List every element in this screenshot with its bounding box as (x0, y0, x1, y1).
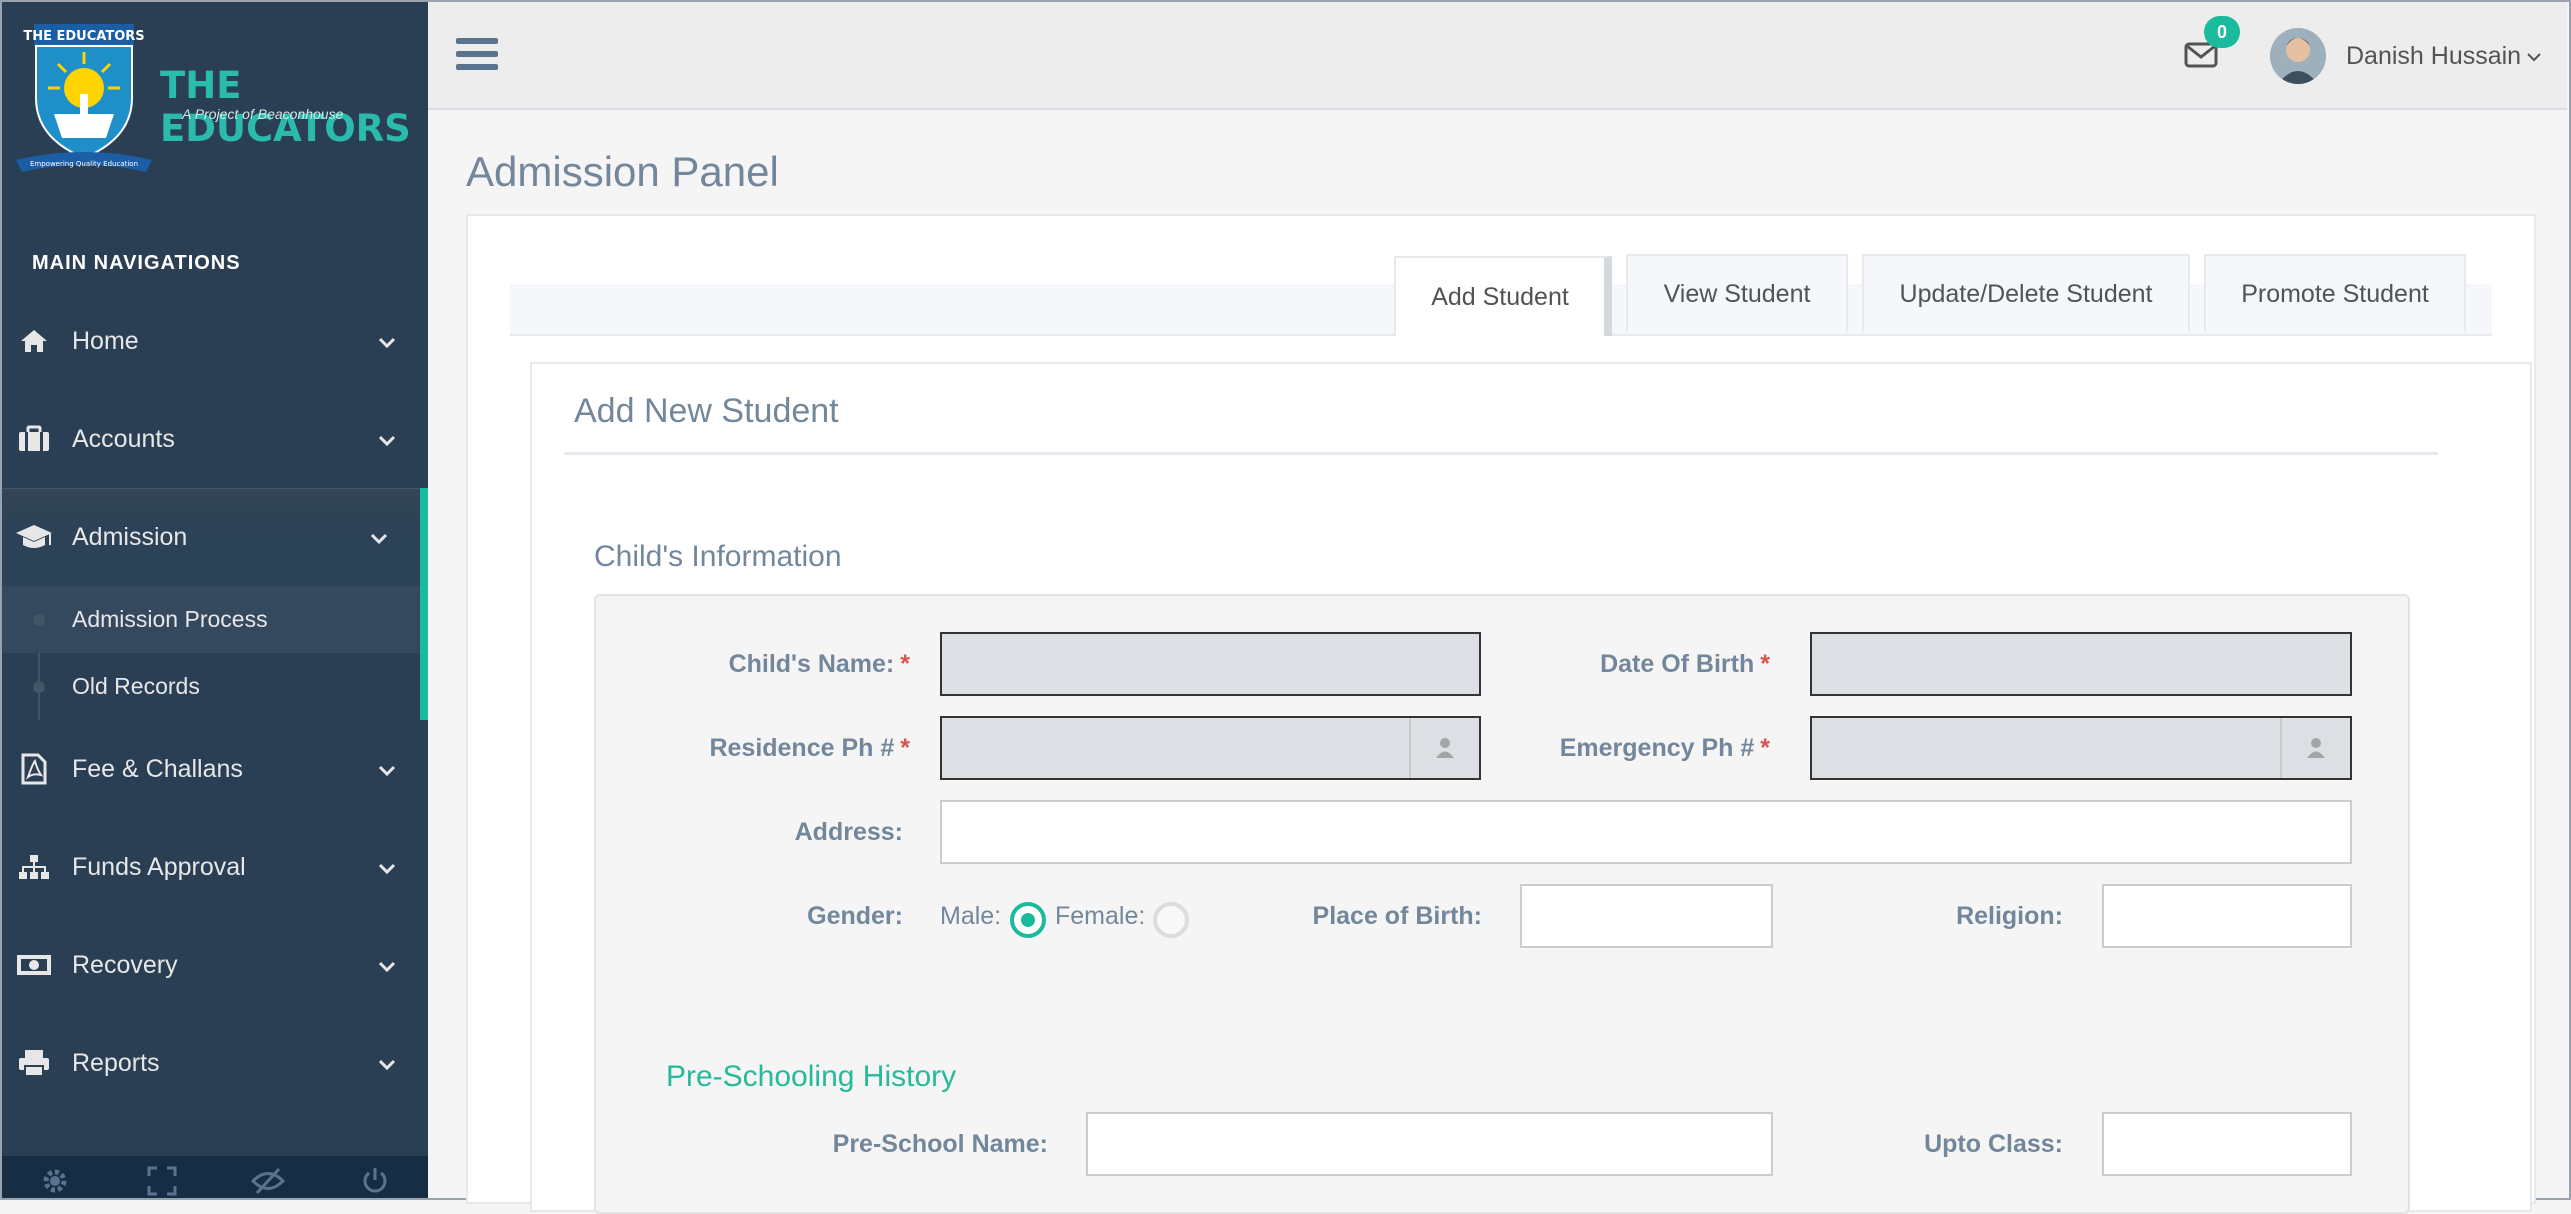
sidebar-item-label: Accounts (72, 424, 175, 453)
required-mark: * (1760, 734, 1770, 762)
submenu-label: Admission Process (72, 606, 268, 632)
user-icon (2280, 718, 2350, 778)
print-icon (14, 1048, 54, 1078)
religion-field[interactable] (2102, 884, 2352, 948)
chevron-down-icon (364, 523, 394, 552)
preschool-name-label: Pre-School Name: (832, 1130, 1048, 1158)
sidebar-footer (2, 1156, 428, 1198)
male-label: Male: (940, 902, 1002, 930)
preschool-history-title: Pre-Schooling History (666, 1060, 957, 1093)
tab-label: View Student (1663, 279, 1811, 308)
tab-label: Update/Delete Student (1899, 279, 2153, 308)
residence-ph-label: Residence Ph # * (709, 734, 910, 762)
submenu-label: Old Records (72, 673, 200, 699)
submenu-bullet (33, 613, 45, 626)
sidebar-item-label: Home (72, 326, 139, 355)
brand[interactable]: THE EDUCATORS Empowering Quality Educati… (2, 2, 428, 202)
user-menu[interactable]: Danish Hussain (2270, 28, 2541, 84)
sidebar-item-admission[interactable]: Admission (2, 488, 428, 586)
residence-phone-field[interactable] (940, 716, 1481, 780)
sidebar-item-label: Recovery (72, 950, 178, 979)
power-icon[interactable] (345, 1156, 405, 1198)
menu-toggle-icon[interactable] (456, 38, 498, 74)
settings-icon[interactable] (25, 1156, 85, 1198)
tab-update-delete-student[interactable]: Update/Delete Student (1862, 254, 2190, 332)
female-radio[interactable] (1153, 902, 1189, 938)
brand-logo-icon: THE EDUCATORS Empowering Quality Educati… (16, 24, 152, 172)
form-title: Add New Student (574, 392, 839, 430)
chevron-down-icon (372, 1049, 402, 1078)
male-radio[interactable] (1010, 902, 1046, 938)
emergency-phone-field[interactable] (1810, 716, 2352, 780)
sidebar-item-label: Fee & Challans (72, 754, 243, 783)
address-label: Address: (794, 818, 903, 846)
sidebar-item-label: Reports (72, 1048, 160, 1077)
sidebar-item-funds-approval[interactable]: Funds Approval (2, 818, 428, 916)
user-name: Danish Hussain (2346, 41, 2522, 70)
child-info-title: Child's Information (594, 540, 842, 573)
chevron-down-icon (372, 951, 402, 980)
chevron-down-icon (372, 755, 402, 784)
emergency-ph-label: Emergency Ph # * (1559, 734, 1770, 762)
submenu-bullet (33, 680, 45, 693)
sidebar-item-label: Funds Approval (72, 852, 246, 881)
top-nav: 0 Danish Hussain (428, 2, 2567, 110)
user-icon (1409, 718, 1479, 778)
page-title: Admission Panel (466, 148, 779, 195)
svg-text:Empowering Quality Education: Empowering Quality Education (30, 160, 138, 168)
side-nav: Home Accounts Admission Admission Proces… (2, 292, 428, 1112)
sidebar-item-home[interactable]: Home (2, 292, 428, 390)
required-mark: * (900, 650, 910, 678)
graduation-cap-icon (14, 523, 54, 551)
tab-promote-student[interactable]: Promote Student (2204, 254, 2466, 332)
chevron-down-icon (372, 853, 402, 882)
sitemap-icon (14, 853, 54, 881)
place-of-birth-field[interactable] (1520, 884, 1773, 948)
tab-view-student[interactable]: View Student (1626, 254, 1848, 332)
divider (564, 452, 2438, 455)
submenu-item-old-records[interactable]: Old Records (2, 653, 420, 720)
tab-add-student[interactable]: Add Student (1394, 256, 1612, 336)
tab-label: Promote Student (2241, 279, 2429, 308)
chevron-down-icon (372, 327, 402, 356)
date-of-birth-field[interactable] (1810, 632, 2352, 696)
fullscreen-icon[interactable] (132, 1156, 192, 1198)
home-icon (14, 328, 54, 354)
money-icon (14, 952, 54, 978)
dob-label: Date Of Birth * (1600, 650, 1770, 678)
child-name-label: Child's Name: * (728, 650, 910, 678)
preschool-name-field[interactable] (1086, 1112, 1773, 1176)
pdf-file-icon (14, 753, 54, 785)
mail-count-badge: 0 (2204, 16, 2240, 48)
submenu-item-admission-process[interactable]: Admission Process (2, 586, 420, 653)
svg-text:THE EDUCATORS: THE EDUCATORS (23, 29, 144, 44)
admission-submenu: Admission Process Old Records (2, 586, 428, 720)
sidebar-item-accounts[interactable]: Accounts (2, 390, 428, 488)
place-of-birth-label: Place of Birth: (1312, 902, 1482, 930)
required-mark: * (900, 734, 910, 762)
brand-tagline: A Project of Beaconhouse (182, 106, 344, 122)
gender-label: Gender: (807, 902, 903, 930)
child-name-field[interactable] (940, 632, 1481, 696)
avatar (2270, 28, 2326, 84)
briefcase-icon (14, 425, 54, 453)
sidebar: THE EDUCATORS Empowering Quality Educati… (2, 2, 428, 1198)
tab-label: Add Student (1431, 282, 1569, 311)
menu-heading: MAIN NAVIGATIONS (32, 252, 241, 274)
female-label: Female: (1055, 902, 1146, 930)
sidebar-item-fee-challans[interactable]: Fee & Challans (2, 720, 428, 818)
address-field[interactable] (940, 800, 2352, 864)
chevron-down-icon (2527, 46, 2541, 67)
hide-eye-icon[interactable] (238, 1156, 298, 1198)
upto-class-label: Upto Class: (1924, 1130, 2063, 1158)
chevron-down-icon (372, 425, 402, 454)
religion-label: Religion: (1956, 902, 2063, 930)
sidebar-item-label: Admission (72, 522, 188, 551)
upto-class-field[interactable] (2102, 1112, 2352, 1176)
sidebar-item-reports[interactable]: Reports (2, 1014, 428, 1112)
required-mark: * (1760, 650, 1770, 678)
sidebar-item-recovery[interactable]: Recovery (2, 916, 428, 1014)
